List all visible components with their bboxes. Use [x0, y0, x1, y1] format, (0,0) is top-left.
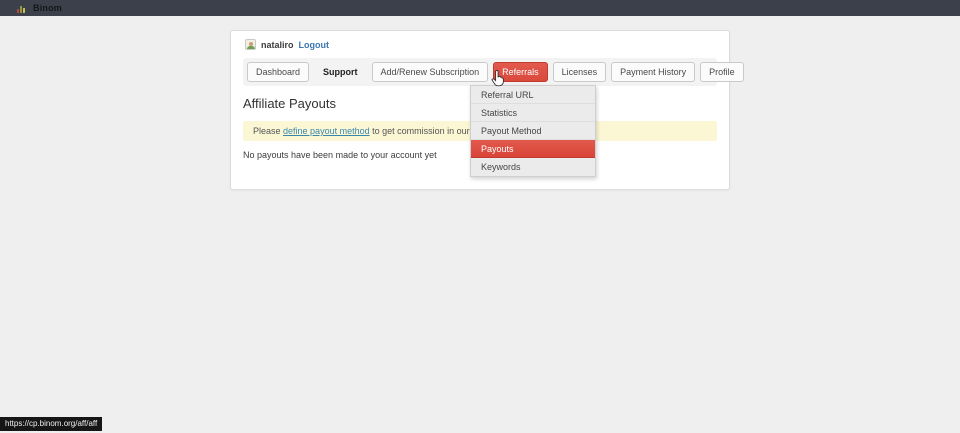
binom-logo-icon	[17, 4, 27, 13]
logout-link[interactable]: Logout	[299, 40, 330, 50]
tab-profile[interactable]: Profile	[700, 62, 744, 82]
user-row: nataliro Logout	[231, 31, 729, 56]
link-status-bar: https://cp.binom.org/aff/aff	[0, 417, 102, 431]
person-icon	[245, 39, 256, 50]
brand-title: Binom	[33, 3, 62, 13]
menu-item-statistics[interactable]: Statistics	[471, 104, 595, 122]
notice-text-prefix: Please	[253, 126, 283, 136]
username-label: nataliro	[261, 40, 294, 50]
menu-item-keywords[interactable]: Keywords	[471, 158, 595, 176]
top-navbar: Binom	[0, 0, 960, 16]
referrals-dropdown-menu: Referral URL Statistics Payout Method Pa…	[470, 85, 596, 177]
tab-strip: Dashboard Support Add/Renew Subscription…	[243, 58, 717, 86]
tab-support[interactable]: Support	[314, 62, 367, 82]
menu-item-payout-method[interactable]: Payout Method	[471, 122, 595, 140]
tab-referrals[interactable]: Referrals	[493, 62, 548, 82]
menu-item-payouts[interactable]: Payouts	[471, 140, 595, 158]
menu-item-referral-url[interactable]: Referral URL	[471, 86, 595, 104]
tab-add-renew-subscription[interactable]: Add/Renew Subscription	[372, 62, 489, 82]
tab-licenses[interactable]: Licenses	[553, 62, 607, 82]
tab-dashboard[interactable]: Dashboard	[247, 62, 309, 82]
define-payout-method-link[interactable]: define payout method	[283, 126, 370, 136]
tab-payment-history[interactable]: Payment History	[611, 62, 695, 82]
